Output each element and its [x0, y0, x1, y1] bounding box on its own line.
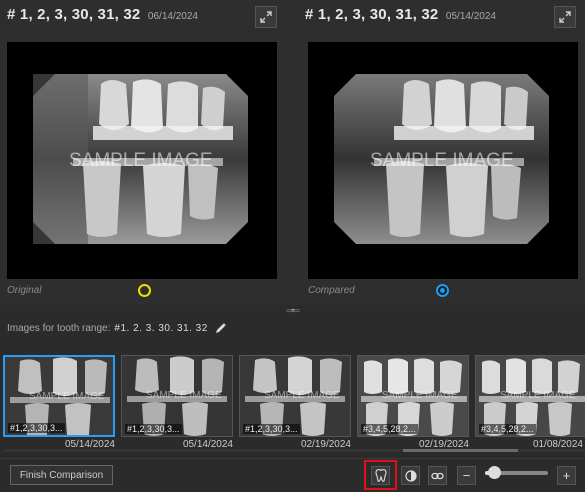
thumbnail-watermark: SAMPLE IMAGE: [146, 390, 222, 401]
thumbnail-label: #1,2,3,30,3...: [8, 423, 65, 433]
thumbnail-scrollbar-thumb[interactable]: [403, 449, 518, 452]
original-pane-header: # 1, 2, 3, 30, 31, 32 06/14/2024: [7, 6, 198, 24]
compared-pane-header: # 1, 2, 3, 30, 31, 32 05/14/2024: [305, 6, 496, 24]
compared-pane-label: Compared: [308, 285, 355, 296]
original-pane-date: 06/14/2024: [147, 11, 198, 22]
thumbnail-watermark: SAMPLE IMAGE: [264, 390, 340, 401]
original-pane-label: Original: [7, 285, 42, 296]
original-pane: # 1, 2, 3, 30, 31, 32 06/14/2024 SAMPLE …: [0, 0, 292, 305]
original-watermark: SAMPLE IMAGE: [69, 150, 213, 171]
thumbnail-label: #3,4,5,28,2...: [361, 424, 418, 434]
tooth-range-row: Images for tooth range: #1. 2. 3. 30. 31…: [7, 322, 227, 334]
thumbnail-3[interactable]: SAMPLE IMAGE #1,2,3,30,3...: [239, 355, 351, 437]
thumbnail-4[interactable]: SAMPLE IMAGE #3,4,5,28,2...: [357, 355, 469, 437]
thumbnail-1[interactable]: SAMPLE IMAGE #1,2,3,30,3...: [3, 355, 115, 437]
edit-range-button[interactable]: [215, 322, 227, 334]
pane-splitter[interactable]: ═▾═: [0, 305, 585, 315]
thumbnail-watermark: SAMPLE IMAGE: [382, 390, 458, 401]
thumbnail-strip: SAMPLE IMAGE #1,2,3,30,3... 05/14/2024 S…: [3, 352, 585, 452]
thumbnail-scrollbar[interactable]: [3, 449, 585, 452]
contrast-button[interactable]: [401, 466, 420, 485]
pencil-icon: [215, 323, 226, 333]
tooth-range-value: #1. 2. 3. 30. 31. 32: [114, 322, 208, 334]
compared-pane: # 1, 2, 3, 30, 31, 32 05/14/2024 SAMPLE …: [293, 0, 585, 305]
link-icon: [431, 472, 444, 479]
comparison-view: # 1, 2, 3, 30, 31, 32 06/14/2024 SAMPLE …: [0, 0, 585, 492]
thumbnail-label: #3,4,5,28,2...: [479, 424, 536, 434]
contrast-icon: [404, 469, 417, 482]
expand-icon: [559, 11, 571, 23]
thumbnail-label: #1,2,3,30,3...: [125, 424, 182, 434]
compared-expand-button[interactable]: [554, 6, 576, 28]
tooth-button-highlight: [364, 460, 397, 490]
compared-xray-viewer[interactable]: SAMPLE IMAGE: [308, 42, 578, 279]
thumbnail-2[interactable]: SAMPLE IMAGE #1,2,3,30,3...: [121, 355, 233, 437]
thumbnail-watermark: SAMPLE IMAGE: [29, 391, 105, 402]
tooth-range-label: Images for tooth range:: [7, 322, 111, 334]
compared-pane-title: # 1, 2, 3, 30, 31, 32: [305, 6, 439, 23]
thumbnail-label: #1,2,3,30,3...: [243, 424, 300, 434]
original-expand-button[interactable]: [255, 6, 277, 28]
zoom-out-button[interactable]: −: [457, 466, 476, 485]
zoom-slider[interactable]: [485, 466, 548, 479]
splitter-grip-icon: ═▾═: [286, 305, 299, 315]
original-pane-title: # 1, 2, 3, 30, 31, 32: [7, 6, 141, 23]
expand-icon: [260, 11, 272, 23]
compared-radio[interactable]: [436, 284, 449, 297]
finish-comparison-button[interactable]: Finish Comparison: [10, 465, 113, 485]
original-radio[interactable]: [138, 284, 151, 297]
link-button[interactable]: [428, 466, 447, 485]
zoom-in-button[interactable]: +: [557, 466, 576, 485]
original-xray-viewer[interactable]: SAMPLE IMAGE: [7, 42, 277, 279]
compared-pane-date: 05/14/2024: [445, 11, 496, 22]
thumbnail-watermark: SAMPLE IMAGE: [500, 390, 576, 401]
thumbnail-5[interactable]: SAMPLE IMAGE #3,4,5,28,2...: [475, 355, 585, 437]
compared-watermark: SAMPLE IMAGE: [370, 150, 514, 171]
